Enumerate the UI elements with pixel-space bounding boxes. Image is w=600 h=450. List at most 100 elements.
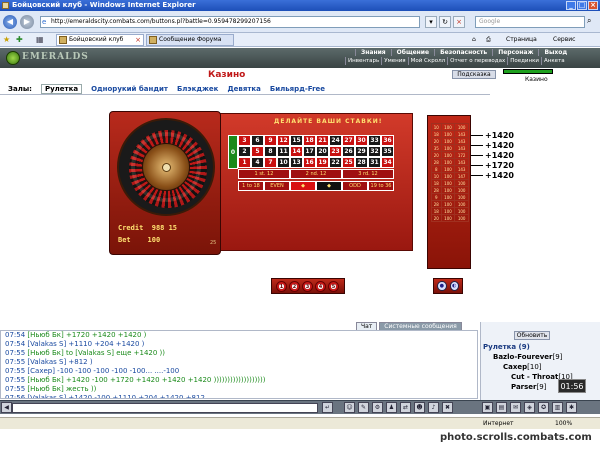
number-cell-15[interactable]: 15 (290, 135, 303, 146)
browser-tab-forum[interactable]: Сообщение Форума (146, 34, 234, 46)
number-cell-4[interactable]: 4 (251, 157, 264, 168)
number-cell-11[interactable]: 11 (277, 146, 290, 157)
player-name[interactable]: Bazlo-Fourever (493, 353, 553, 361)
inventory-icon[interactable]: ▣ (482, 402, 493, 413)
number-cell-36[interactable]: 36 (381, 135, 394, 146)
menu-transfers[interactable]: Отчет о переводах (447, 57, 507, 65)
menu-profile[interactable]: Анкета (541, 57, 567, 65)
chat-message[interactable]: [Valakas S] +1420 -100 +1110 +204 +1420 … (27, 394, 205, 398)
tab-billiard[interactable]: Бильярд-Free (270, 85, 325, 93)
chat-message[interactable]: [Ньюб Бк] to [Valakas S] еще +1420 )) (27, 349, 165, 357)
search-input[interactable]: Google (475, 16, 585, 28)
number-cell-9[interactable]: 9 (264, 135, 277, 146)
close-window-button[interactable]: × (588, 1, 598, 10)
menu-skills[interactable]: Умения (381, 57, 407, 65)
bag-icon[interactable]: ▥ (552, 402, 563, 413)
menu-knowledge[interactable]: Знания (355, 49, 391, 56)
number-cell-17[interactable]: 17 (303, 146, 316, 157)
minimize-button[interactable]: _ (566, 1, 576, 10)
forward-button[interactable]: ▶ (20, 15, 34, 29)
number-cell-3[interactable]: 3 (238, 135, 251, 146)
emotion-icon[interactable]: ☻ (414, 402, 425, 413)
number-cell-18[interactable]: 18 (303, 135, 316, 146)
player-name[interactable]: Cut - Throat (511, 373, 558, 381)
menu-battles[interactable]: Поединки (507, 57, 541, 65)
send-icon[interactable]: ↵ (322, 402, 333, 413)
chat-message[interactable]: [Ньюб Бк] +1720 +1420 +1420 ) (27, 331, 146, 339)
dozen-bet-2[interactable]: 2 nd. 12 (290, 169, 342, 179)
number-cell-21[interactable]: 21 (316, 135, 329, 146)
number-cell-12[interactable]: 12 (277, 135, 290, 146)
number-cell-5[interactable]: 5 (251, 146, 264, 157)
mail-icon[interactable]: ✉ (510, 402, 521, 413)
menu-character[interactable]: Персонаж (492, 49, 538, 56)
number-cell-28[interactable]: 28 (355, 157, 368, 168)
tab-blackjack[interactable]: Блэкджек (177, 85, 218, 93)
filter-icon[interactable]: ✎ (358, 402, 369, 413)
number-cell-7[interactable]: 7 (264, 157, 277, 168)
dozen-bet-3[interactable]: 3 rd. 12 (342, 169, 394, 179)
zoom-level[interactable]: 100% (555, 418, 572, 429)
chat-clear-icon[interactable]: ◀ (1, 402, 12, 413)
number-cell-20[interactable]: 20 (316, 146, 329, 157)
number-cell-33[interactable]: 33 (368, 135, 381, 146)
home-icon[interactable]: ⌂ (472, 35, 476, 45)
number-cell-6[interactable]: 6 (251, 135, 264, 146)
page-menu[interactable]: Страница (506, 35, 537, 45)
chip-2[interactable]: 2 (289, 281, 300, 292)
number-cell-27[interactable]: 27 (342, 135, 355, 146)
quest-icon[interactable]: ✪ (538, 402, 549, 413)
bet-1-to-18[interactable]: 1 to 18 (238, 181, 264, 191)
chip-4[interactable]: 4 (315, 281, 326, 292)
exit-chat-icon[interactable]: ✖ (442, 402, 453, 413)
dropdown-icon[interactable]: ▾ (425, 16, 437, 28)
tab-slot-machine[interactable]: Однорукий бандит (91, 85, 168, 93)
menu-chat[interactable]: Общение (390, 49, 434, 56)
chat-message[interactable]: [Valakas S] +1110 +204 +1420 ) (27, 340, 144, 348)
bet-red[interactable]: ◆ (290, 181, 316, 191)
clear-bets-icon[interactable]: ◐ (449, 281, 459, 291)
number-cell-13[interactable]: 13 (290, 157, 303, 168)
player-name[interactable]: Parser (511, 383, 536, 391)
number-cell-2[interactable]: 2 (238, 146, 251, 157)
number-cell-1[interactable]: 1 (238, 157, 251, 168)
map-icon[interactable]: ◈ (524, 402, 535, 413)
number-cell-25[interactable]: 25 (342, 157, 355, 168)
stop-icon[interactable]: × (453, 16, 465, 28)
close-tab-icon[interactable]: × (135, 35, 141, 45)
number-cell-16[interactable]: 16 (303, 157, 316, 168)
add-favorite-icon[interactable]: ✚ (16, 35, 26, 44)
number-cell-8[interactable]: 8 (264, 146, 277, 157)
bet-19-to-36[interactable]: 19 to 36 (368, 181, 394, 191)
chip-5[interactable]: 5 (328, 281, 339, 292)
chip-3[interactable]: 3 (302, 281, 313, 292)
refresh-button[interactable]: Обновить (514, 331, 550, 340)
number-cell-14[interactable]: 14 (290, 146, 303, 157)
settings-icon[interactable]: ⚙ (372, 402, 383, 413)
tab-list-icon[interactable]: ▦ (36, 35, 46, 44)
bet-odd[interactable]: ODD (342, 181, 368, 191)
number-cell-22[interactable]: 22 (329, 157, 342, 168)
tab-nine[interactable]: Девятка (227, 85, 260, 93)
number-cell-34[interactable]: 34 (381, 157, 394, 168)
number-cell-24[interactable]: 24 (329, 135, 342, 146)
menu-exit[interactable]: Выход (538, 49, 572, 56)
hint-button[interactable]: Подсказка (452, 70, 496, 79)
search-go-icon[interactable]: ⌕ (587, 16, 591, 26)
bet-black[interactable]: ◆ (316, 181, 342, 191)
tab-roulette[interactable]: Рулетка (40, 84, 83, 94)
address-field[interactable]: e http://emeraldscity.combats.com/button… (40, 16, 420, 28)
people-icon[interactable]: ♟ (386, 402, 397, 413)
bet-even[interactable]: EVEN (264, 181, 290, 191)
maximize-button[interactable]: □ (577, 1, 587, 10)
number-cell-26[interactable]: 26 (342, 146, 355, 157)
refresh-icon[interactable]: ↻ (439, 16, 451, 28)
location-link[interactable]: Казино (525, 76, 548, 83)
favorites-star-icon[interactable]: ★ (3, 35, 13, 44)
zero-pocket[interactable]: 0 (228, 135, 238, 169)
number-cell-19[interactable]: 19 (316, 157, 329, 168)
player-entry[interactable]: Parser[9] (511, 383, 546, 391)
player-name[interactable]: Caxep (503, 363, 527, 371)
number-cell-30[interactable]: 30 (355, 135, 368, 146)
chat-input[interactable] (12, 403, 318, 413)
